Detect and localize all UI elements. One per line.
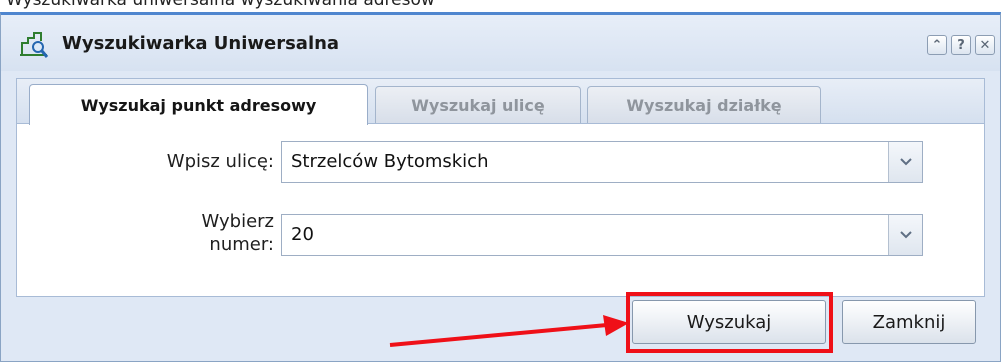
tab-address-point[interactable]: Wyszukaj punkt adresowy xyxy=(29,84,368,125)
street-value[interactable]: Strzelców Bytomskich xyxy=(291,151,488,172)
tab-parcel[interactable]: Wyszukaj działkę xyxy=(587,86,821,124)
chevron-down-icon[interactable] xyxy=(888,215,922,255)
collapse-up-icon[interactable]: ⌃ xyxy=(927,35,947,55)
number-value[interactable]: 20 xyxy=(291,224,314,245)
close-icon[interactable]: ✕ xyxy=(975,35,995,55)
chevron-down-icon xyxy=(899,158,912,166)
window-titlebar: Wyszukiwarka Uniwersalna ⌃ ? ✕ xyxy=(1,15,1000,71)
annotation-arrow-icon xyxy=(389,315,629,347)
cropped-heading-text: Wyszukiwarka uniwersalna wyszukiwania ad… xyxy=(6,0,435,10)
close-button[interactable]: Zamknij xyxy=(842,300,976,344)
window-title: Wyszukiwarka Uniwersalna xyxy=(62,33,340,54)
tab-label: Wyszukaj działkę xyxy=(626,96,782,115)
street-combobox[interactable]: Strzelców Bytomskich xyxy=(281,141,923,183)
chevron-down-icon[interactable] xyxy=(888,142,922,182)
number-label: Wybierz numer: xyxy=(201,211,274,255)
street-label: Wpisz ulicę: xyxy=(166,151,274,172)
number-combobox[interactable]: 20 xyxy=(281,214,923,256)
tab-label: Wyszukaj ulicę xyxy=(411,96,545,115)
tab-content-panel: Wpisz ulicę: Strzelców Bytomskich Wybier… xyxy=(16,123,985,297)
chevron-down-icon xyxy=(899,231,912,239)
tab-street[interactable]: Wyszukaj ulicę xyxy=(375,86,581,124)
cropped-page-heading: Wyszukiwarka uniwersalna wyszukiwania ad… xyxy=(0,0,1003,12)
highlight-box xyxy=(626,292,833,353)
help-icon[interactable]: ? xyxy=(951,35,971,55)
map-search-icon xyxy=(20,32,49,58)
tab-strip: Wyszukaj punkt adresowy Wyszukaj ulicę W… xyxy=(16,78,985,125)
tab-label: Wyszukaj punkt adresowy xyxy=(80,95,317,115)
